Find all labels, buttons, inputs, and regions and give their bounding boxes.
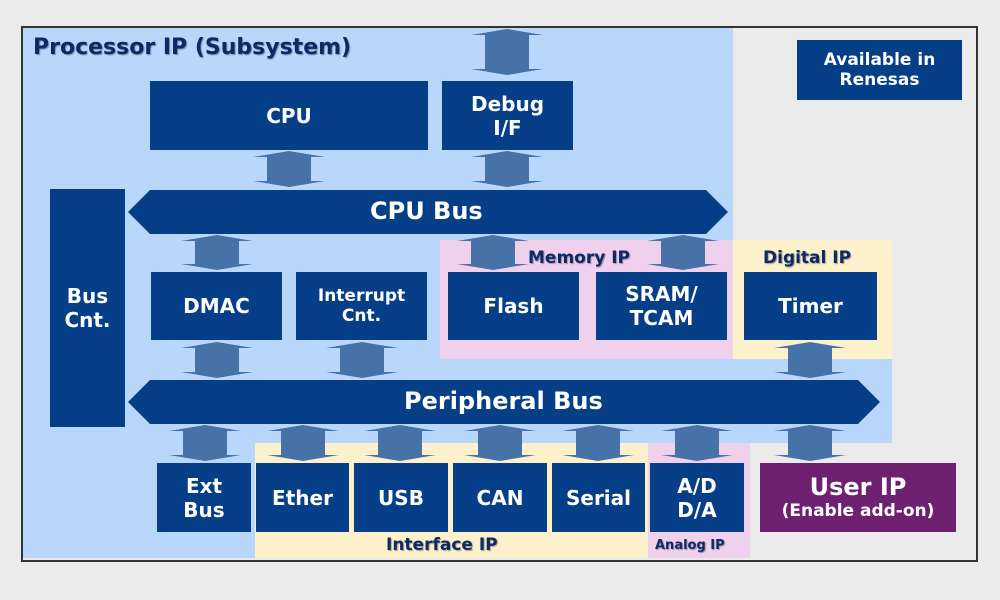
peripheral-bus-to-usb-arrow: [364, 425, 436, 461]
can-label: CAN: [476, 485, 524, 510]
peripheral-bus-to-can-arrow-shape: [464, 425, 536, 461]
cpu-to-cpu-bus-arrow-shape: [253, 151, 325, 187]
can-block: CAN: [453, 463, 547, 532]
interrupt-to-peripheral-bus-arrow-shape: [326, 342, 398, 378]
interrupt-to-peripheral-bus-arrow: [326, 342, 398, 378]
interrupt-controller-block: Interrupt Cnt.: [296, 272, 427, 340]
debug-external-arrow-shape: [471, 29, 543, 75]
ether-label: Ether: [272, 485, 333, 510]
user-ip-title: User IP: [809, 472, 907, 501]
ad-label: A/D: [677, 473, 717, 498]
bus-controller-block: Bus Cnt.: [50, 189, 125, 427]
peripheral-bus-label: Peripheral Bus: [404, 387, 603, 415]
peripheral-bus-to-adda-arrow: [661, 425, 733, 461]
ether-block: Ether: [256, 463, 349, 532]
debug-if-block: Debug I/F: [442, 81, 573, 150]
cpu-bus-to-sram-arrow-shape: [647, 235, 719, 270]
peripheral-bus-to-adda-arrow-shape: [661, 425, 733, 461]
bus-cnt-label-1: Bus: [66, 284, 109, 308]
debug-external-arrow: [471, 29, 543, 75]
cpu-bus-to-flash-arrow-shape: [457, 235, 529, 270]
cpu-bus-to-flash-arrow: [457, 235, 529, 270]
digital-ip-label: Digital IP: [763, 248, 852, 268]
dmac-to-peripheral-bus-arrow-shape: [181, 342, 253, 378]
dmac-block: DMAC: [151, 272, 282, 340]
serial-block: Serial: [552, 463, 645, 532]
cpu-bus-to-dmac-arrow: [181, 235, 253, 270]
peripheral-bus-to-ext-bus-arrow-shape: [169, 425, 241, 461]
usb-label: USB: [378, 485, 424, 510]
legend-line-1: Available in: [823, 49, 936, 70]
user-ip-subtitle: (Enable add-on): [781, 500, 935, 521]
bus-cnt-label-2: Cnt.: [64, 308, 111, 332]
cpu-bus-to-sram-arrow: [647, 235, 719, 270]
flash-block: Flash: [448, 272, 579, 340]
dmac-to-peripheral-bus-arrow: [181, 342, 253, 378]
peripheral-bus-to-user-ip-arrow: [774, 425, 846, 461]
ext-bus-label-2: Bus: [183, 497, 225, 522]
peripheral-bus-to-usb-arrow-shape: [364, 425, 436, 461]
debug-label-2: I/F: [493, 115, 522, 140]
sram-tcam-block: SRAM/ TCAM: [596, 272, 727, 340]
cpu-block: CPU: [150, 81, 428, 150]
interface-ip-label: Interface IP: [386, 535, 498, 555]
peripheral-bus-to-ether-arrow-shape: [267, 425, 339, 461]
flash-label: Flash: [483, 294, 544, 318]
peripheral-bus-to-user-ip-arrow-shape: [774, 425, 846, 461]
usb-block: USB: [354, 463, 448, 532]
debug-to-cpu-bus-arrow-shape: [471, 151, 543, 187]
peripheral-bus-to-ext-bus-arrow: [169, 425, 241, 461]
timer-to-peripheral-bus-arrow: [774, 342, 846, 378]
memory-ip-label: Memory IP: [528, 248, 631, 268]
debug-label-1: Debug: [470, 91, 545, 116]
debug-to-cpu-bus-arrow: [471, 151, 543, 187]
ext-bus-block: Ext Bus: [157, 463, 251, 532]
peripheral-bus-to-serial-arrow: [562, 425, 634, 461]
cpu-bus-to-dmac-arrow-shape: [181, 235, 253, 270]
timer-block: Timer: [744, 272, 877, 340]
processor-ip-title: Processor IP (Subsystem): [33, 35, 352, 60]
serial-label: Serial: [565, 485, 632, 510]
peripheral-bus-to-ether-arrow: [267, 425, 339, 461]
analog-ip-label: Analog IP: [655, 538, 725, 553]
timer-to-peripheral-bus-arrow-shape: [774, 342, 846, 378]
ext-bus-label-1: Ext: [185, 473, 223, 498]
da-label: D/A: [677, 497, 717, 522]
legend-line-2: Renesas: [839, 70, 920, 90]
legend-available-in-renesas: Available in Renesas: [797, 40, 962, 100]
ad-da-block: A/D D/A: [650, 463, 744, 532]
cpu-label: CPU: [266, 103, 312, 128]
interrupt-label-1: Interrupt: [317, 285, 406, 306]
user-ip-block: User IP (Enable add-on): [760, 463, 956, 532]
cpu-to-cpu-bus-arrow: [253, 151, 325, 187]
dmac-label: DMAC: [183, 294, 250, 318]
peripheral-bus-to-can-arrow: [464, 425, 536, 461]
interrupt-label-2: Cnt.: [341, 306, 382, 326]
cpu-bus-label: CPU Bus: [370, 197, 483, 225]
sram-label-1: SRAM/: [625, 282, 698, 306]
sram-label-2: TCAM: [629, 306, 694, 330]
timer-label: Timer: [778, 294, 843, 318]
peripheral-bus-to-serial-arrow-shape: [562, 425, 634, 461]
